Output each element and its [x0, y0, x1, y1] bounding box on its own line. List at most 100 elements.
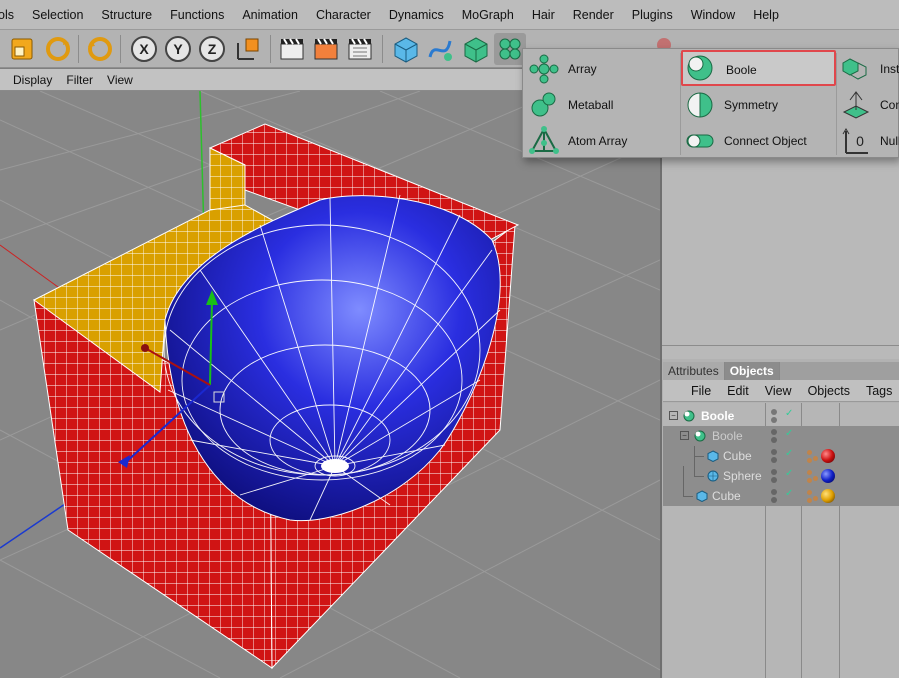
render-view-icon[interactable]: [276, 33, 308, 65]
popup-item-label: Null: [880, 134, 899, 148]
popup-item-connect-object[interactable]: Connect Object: [681, 123, 836, 159]
menu-tools[interactable]: ols: [0, 0, 23, 30]
menu-functions[interactable]: Functions: [161, 0, 233, 30]
popup-item-instance[interactable]: Insta: [837, 51, 899, 87]
coordinate-system-icon[interactable]: [232, 33, 264, 65]
y-axis-lock-icon[interactable]: Y: [162, 33, 194, 65]
cube-icon: [696, 490, 708, 502]
object-tree: − Boole ✓ − Boole ✓ Cube ✓ Sphere ✓ Cube…: [663, 403, 899, 678]
svg-text:Z: Z: [208, 41, 217, 57]
menu-hair[interactable]: Hair: [523, 0, 564, 30]
null-icon: 0: [842, 128, 868, 154]
sphere-icon: [707, 470, 719, 482]
tree-row-boole-root[interactable]: − Boole ✓: [663, 406, 899, 426]
popup-item-null[interactable]: 0 Null: [837, 123, 899, 159]
tree-item-name[interactable]: Cube: [723, 449, 752, 463]
tab-objects[interactable]: Objects: [724, 362, 780, 380]
svg-text:Y: Y: [173, 41, 183, 57]
tree-item-name[interactable]: Cube: [712, 489, 741, 503]
popup-item-symmetry[interactable]: Symmetry: [681, 87, 836, 123]
connect-object-icon: [686, 134, 714, 148]
objects-menu-objects[interactable]: Objects: [800, 384, 858, 398]
scale-tool-icon[interactable]: [6, 33, 38, 65]
sphere-pole-highlight: [321, 459, 349, 473]
tree-row-cube[interactable]: Cube ✓: [663, 446, 899, 466]
menu-dynamics[interactable]: Dynamics: [380, 0, 453, 30]
enabled-check-icon[interactable]: ✓: [785, 428, 793, 439]
menu-animation[interactable]: Animation: [233, 0, 307, 30]
scene-render: [0, 91, 660, 678]
menu-render[interactable]: Render: [564, 0, 623, 30]
object-manager-menu: File Edit View Objects Tags: [663, 380, 899, 402]
render-settings-icon[interactable]: [344, 33, 376, 65]
enabled-check-icon[interactable]: ✓: [785, 448, 793, 459]
viewport-menu-filter[interactable]: Filter: [59, 73, 100, 87]
tree-item-name[interactable]: Sphere: [723, 469, 762, 483]
menu-structure[interactable]: Structure: [92, 0, 161, 30]
menu-selection[interactable]: Selection: [23, 0, 92, 30]
enabled-check-icon[interactable]: ✓: [785, 488, 793, 499]
popup-item-label: Connect Object: [724, 134, 807, 148]
nurbs-icon[interactable]: [460, 33, 492, 65]
collapse-toggle-icon[interactable]: −: [669, 411, 678, 420]
z-axis-lock-icon[interactable]: Z: [196, 33, 228, 65]
popup-item-label: Insta: [880, 62, 899, 76]
menu-help[interactable]: Help: [744, 0, 788, 30]
x-axis-lock-icon[interactable]: X: [128, 33, 160, 65]
material-tag-icon[interactable]: [821, 449, 835, 463]
tab-attributes[interactable]: Attributes: [663, 362, 725, 380]
popup-item-label: Con: [880, 98, 899, 112]
boole-icon: [687, 55, 713, 81]
tree-row-cube-2[interactable]: Cube ✓: [663, 466, 899, 506]
tree-item-name[interactable]: Boole: [712, 429, 743, 443]
objects-menu-view[interactable]: View: [757, 384, 800, 398]
gizmo-x-tip[interactable]: [141, 344, 149, 352]
popup-item-label: Symmetry: [724, 98, 778, 112]
instance-icon: [842, 58, 867, 80]
objects-menu-edit[interactable]: Edit: [719, 384, 757, 398]
menu-mograph[interactable]: MoGraph: [453, 0, 523, 30]
popup-item-boole[interactable]: Boole: [681, 50, 836, 86]
atom-array-icon: [529, 126, 559, 154]
cube-icon: [707, 450, 719, 462]
metaball-icon: [531, 92, 556, 117]
material-tag-icon[interactable]: [821, 489, 835, 503]
render-to-picture-viewer-icon[interactable]: [310, 33, 342, 65]
rotate-tool-icon[interactable]: [42, 33, 74, 65]
svg-text:0: 0: [856, 133, 864, 149]
boole-icon: [694, 430, 706, 442]
tree-item-name[interactable]: Boole: [701, 409, 734, 423]
tree-row-sphere[interactable]: Sphere ✓: [663, 466, 899, 486]
material-tag-icon[interactable]: [821, 469, 835, 483]
modeling-objects-popup: Array Metaball Atom Array Boole Symmetry…: [522, 48, 899, 158]
spline-tool-icon[interactable]: [424, 33, 456, 65]
popup-item-label: Array: [568, 62, 597, 76]
popup-item-label: Metaball: [568, 98, 614, 112]
popup-item-metaball[interactable]: Metaball: [525, 87, 680, 123]
objects-menu-file[interactable]: File: [663, 384, 719, 398]
popup-item-construction[interactable]: Con: [837, 87, 899, 123]
popup-item-label: Boole: [726, 63, 757, 77]
menu-character[interactable]: Character: [307, 0, 380, 30]
tree-row-boole-child[interactable]: − Boole ✓: [663, 426, 899, 446]
cube-object-icon[interactable]: [390, 33, 422, 65]
enabled-check-icon[interactable]: ✓: [785, 468, 793, 479]
popup-item-label: Atom Array: [568, 134, 628, 148]
enabled-check-icon[interactable]: ✓: [785, 408, 793, 419]
viewport-menu-view[interactable]: View: [100, 73, 140, 87]
svg-text:X: X: [139, 41, 149, 57]
popup-item-atom-array[interactable]: Atom Array: [525, 123, 680, 159]
boole-icon: [683, 410, 695, 422]
array-icon: [529, 54, 559, 84]
3d-viewport[interactable]: [0, 91, 660, 678]
main-menu-bar: ols Selection Structure Functions Animat…: [0, 0, 899, 30]
objects-menu-tags[interactable]: Tags: [858, 384, 899, 398]
menu-window[interactable]: Window: [682, 0, 744, 30]
popup-item-array[interactable]: Array: [525, 51, 680, 87]
construction-icon: [842, 91, 870, 119]
recent-tool-icon[interactable]: [84, 33, 116, 65]
collapse-toggle-icon[interactable]: −: [680, 431, 689, 440]
menu-plugins[interactable]: Plugins: [623, 0, 682, 30]
viewport-menu-display[interactable]: Display: [0, 73, 59, 87]
manager-tabs: Attributes Objects: [663, 362, 899, 380]
